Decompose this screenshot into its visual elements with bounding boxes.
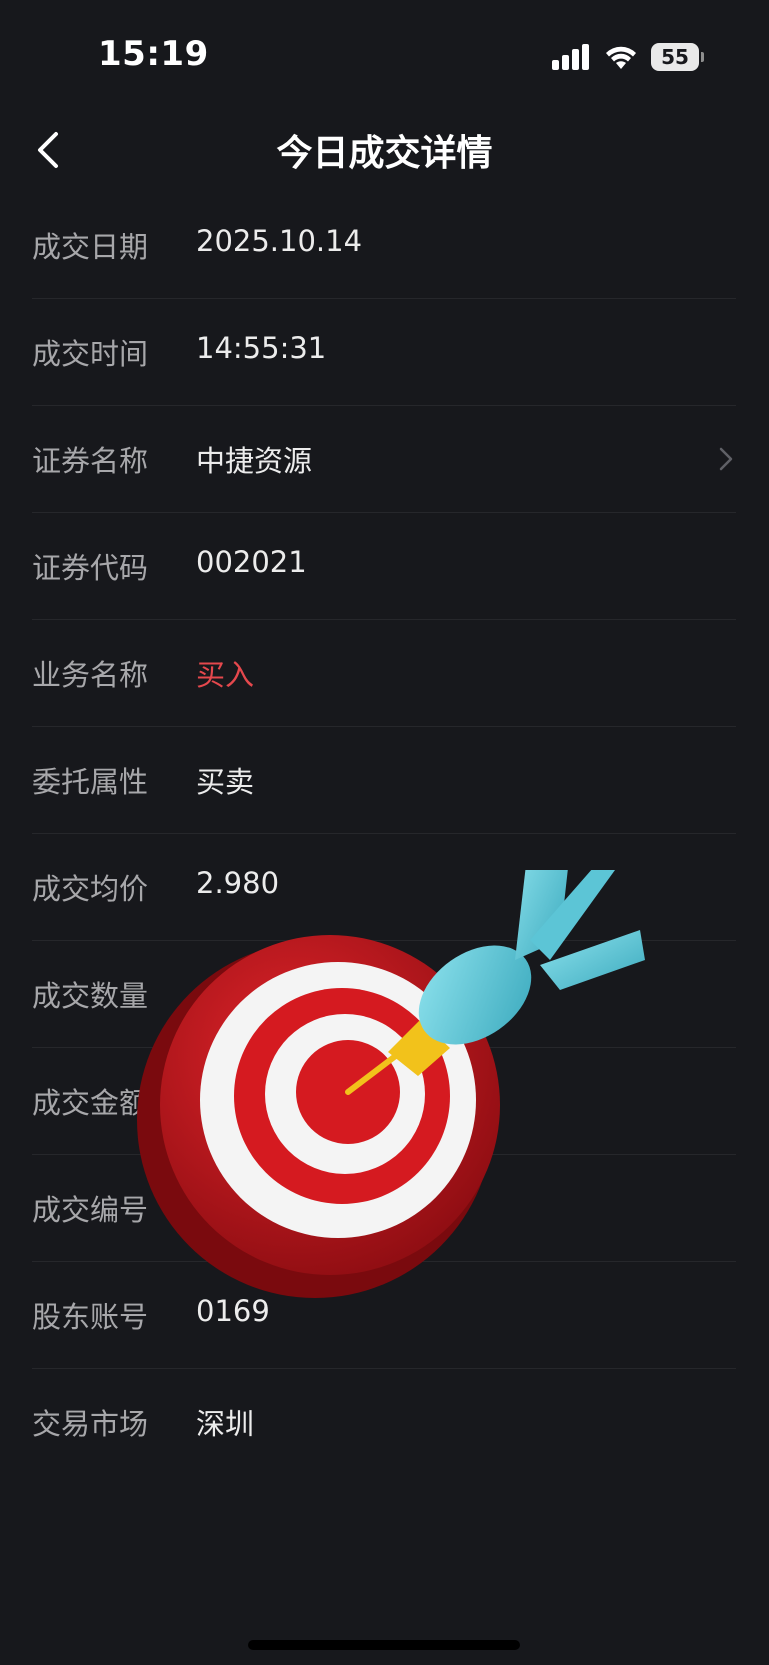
- detail-value: 中捷资源: [196, 444, 313, 478]
- detail-label: 证券名称: [32, 444, 149, 478]
- chevron-right-icon: [719, 447, 733, 471]
- detail-value-buy: 买入: [196, 658, 255, 692]
- cellular-signal-icon: [552, 44, 589, 70]
- detail-label: 证券代码: [32, 551, 149, 585]
- detail-label: 业务名称: [32, 658, 149, 692]
- detail-label: 委托属性: [32, 765, 149, 799]
- detail-row-trade-time: 成交时间 14:55:31: [32, 299, 736, 406]
- wifi-icon: [606, 46, 636, 69]
- detail-value: 深圳: [196, 1407, 255, 1441]
- page-title: 今日成交详情: [276, 133, 493, 174]
- back-button[interactable]: [30, 126, 74, 174]
- nav-bar: 今日成交详情: [0, 110, 769, 190]
- detail-label: 交易市场: [32, 1407, 149, 1441]
- dart-target-icon: [137, 870, 645, 1298]
- status-bar: 15:19 55: [0, 0, 769, 100]
- home-indicator[interactable]: [248, 1640, 520, 1650]
- detail-row-market: 交易市场 深圳: [32, 1369, 736, 1475]
- detail-value: 002021: [196, 545, 307, 579]
- detail-row-order-attribute: 委托属性 买卖: [32, 727, 736, 834]
- detail-label: 成交时间: [32, 337, 149, 371]
- detail-row-security-name[interactable]: 证券名称 中捷资源: [32, 406, 736, 513]
- battery-tip: [701, 52, 704, 62]
- detail-row-business-name: 业务名称 买入: [32, 620, 736, 727]
- battery-level: 55: [651, 43, 699, 71]
- status-time: 15:19: [98, 34, 209, 74]
- detail-value: 14:55:31: [196, 331, 327, 365]
- detail-row-trade-date: 成交日期 2025.10.14: [32, 192, 736, 299]
- detail-value: 买卖: [196, 765, 255, 799]
- detail-value: 2025.10.14: [196, 224, 363, 258]
- detail-label: 成交日期: [32, 230, 149, 264]
- detail-row-security-code: 证券代码 002021: [32, 513, 736, 620]
- battery-icon: 55: [651, 43, 704, 71]
